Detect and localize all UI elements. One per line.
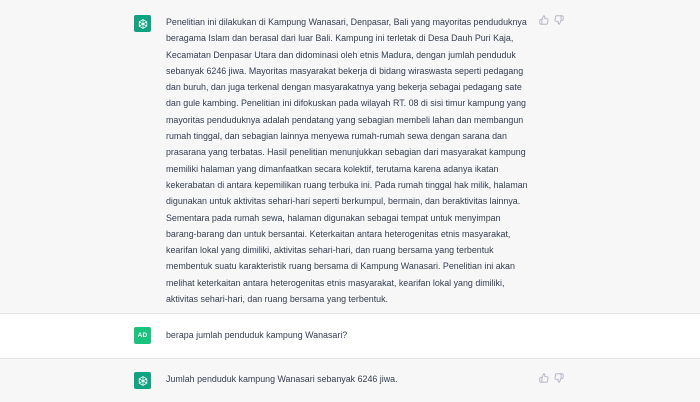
openai-logo-icon (138, 18, 147, 29)
thumbs-up-icon (539, 373, 549, 383)
assistant-message-text: Penelitian ini dilakukan di Kampung Wana… (166, 17, 528, 305)
thumbs-up-button[interactable] (539, 373, 549, 383)
assistant-avatar (134, 15, 151, 32)
openai-logo-icon (138, 375, 147, 386)
user-message-text: berapa jumlah penduduk kampung Wanasari? (166, 330, 348, 340)
thumbs-up-button[interactable] (539, 15, 549, 25)
thumbs-down-icon (554, 15, 564, 25)
assistant-avatar (134, 372, 151, 389)
feedback-buttons (539, 15, 564, 25)
user-message-row: AD berapa jumlah penduduk kampung Wanasa… (0, 314, 700, 359)
feedback-buttons (539, 373, 564, 383)
thumbs-up-icon (539, 15, 549, 25)
user-avatar: AD (134, 327, 151, 344)
assistant-message-row: Jumlah penduduk kampung Wanasari sebanya… (0, 359, 700, 402)
thumbs-down-button[interactable] (554, 15, 564, 25)
thumbs-down-button[interactable] (554, 373, 564, 383)
assistant-message-row: Penelitian ini dilakukan di Kampung Wana… (0, 0, 700, 314)
thumbs-down-icon (554, 373, 564, 383)
assistant-message-text: Jumlah penduduk kampung Wanasari sebanya… (166, 374, 398, 384)
